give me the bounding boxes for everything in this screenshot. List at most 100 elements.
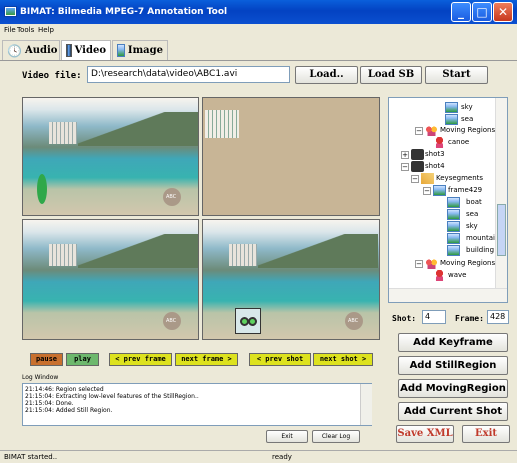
log-window-title: Log Window — [22, 374, 59, 381]
next-frame-button[interactable]: next frame > — [175, 353, 238, 366]
log-line: 21:14:46: Region selected — [25, 386, 104, 393]
moving-regions-icon — [425, 125, 438, 136]
mountain — [78, 234, 198, 268]
frame-input[interactable]: 428 — [487, 310, 509, 324]
annotation-tree[interactable]: sky sea − Moving Regions canoe + shot3 −… — [388, 97, 508, 303]
log-line: 21:15:04: Done. — [25, 400, 74, 407]
binocular-lens-right — [248, 317, 257, 326]
close-button[interactable]: ✕ — [493, 2, 513, 22]
region-selection[interactable] — [235, 308, 261, 334]
collapse-icon[interactable]: − — [415, 127, 423, 135]
video-icon — [66, 44, 72, 57]
overlay-logo: ABC — [345, 312, 363, 330]
tree-item[interactable]: shot4 — [425, 162, 445, 170]
keyframe-next[interactable]: ABC — [202, 219, 380, 340]
status-left: BIMAT started.. — [4, 453, 58, 461]
play-button[interactable]: play — [66, 353, 99, 366]
add-stillregion-button[interactable]: Add StillRegion — [398, 356, 508, 375]
frame-icon — [445, 102, 458, 113]
collapse-icon[interactable]: − — [423, 187, 431, 195]
frame-icon — [433, 185, 446, 196]
buildings — [229, 244, 257, 266]
frame-icon — [445, 114, 458, 125]
shot-icon — [411, 161, 424, 172]
buildings — [49, 122, 77, 144]
tree-item[interactable]: sea — [461, 115, 473, 123]
load-sb-button[interactable]: Load SB — [360, 66, 422, 84]
tree-item[interactable]: sky — [466, 222, 478, 230]
overlay-logo: ABC — [163, 188, 181, 206]
video-file-input[interactable]: D:\research\data\video\ABC1.avi — [87, 66, 290, 83]
menu-help[interactable]: Help — [38, 26, 54, 34]
scroll-thumb[interactable] — [497, 204, 506, 256]
log-exit-button[interactable]: Exit — [266, 430, 308, 443]
tree-item[interactable]: shot3 — [425, 150, 445, 158]
log-line: 21:15:04: Added Still Region. — [25, 407, 113, 414]
clear-log-button[interactable]: Clear Log — [312, 430, 360, 443]
add-movingregion-button[interactable]: Add MovingRegion — [398, 379, 508, 398]
surfboard — [37, 174, 47, 204]
tree-item[interactable]: sky — [461, 103, 473, 111]
selected-region-frame[interactable] — [202, 97, 380, 216]
minimize-button[interactable]: _ — [451, 2, 471, 22]
collapse-icon[interactable]: − — [401, 163, 409, 171]
buildings — [49, 244, 77, 266]
tree-item[interactable]: canoe — [448, 138, 469, 146]
collapse-icon[interactable]: − — [411, 175, 419, 183]
menu-file[interactable]: File — [4, 26, 16, 34]
frame-icon — [447, 209, 460, 220]
frame-icon — [447, 245, 460, 256]
frame-icon — [447, 221, 460, 232]
tree-item[interactable]: Keysegments — [436, 174, 483, 182]
keyframe-previous[interactable]: ABC — [22, 219, 199, 340]
region-icon — [433, 270, 446, 281]
start-button[interactable]: Start — [425, 66, 488, 84]
shot-icon — [411, 149, 424, 160]
exit-button[interactable]: Exit — [462, 425, 510, 443]
tree-item[interactable]: Moving Regions — [440, 126, 495, 134]
expand-icon[interactable]: + — [401, 151, 409, 159]
audio-icon: 🕓 — [7, 43, 22, 58]
app-icon — [4, 6, 17, 17]
maximize-button[interactable]: □ — [472, 2, 492, 22]
image-icon — [117, 44, 125, 57]
keysegments-icon — [421, 173, 434, 184]
tab-bar: 🕓 Audio Video Image — [0, 37, 517, 61]
tree-horizontal-scrollbar[interactable] — [389, 288, 507, 302]
frame-label: Frame: — [455, 314, 484, 323]
tree-item[interactable]: Moving Regions — [440, 259, 495, 267]
shot-input[interactable]: 4 — [422, 310, 446, 324]
status-bar: BIMAT started.. ready — [0, 450, 517, 463]
collapse-icon[interactable]: − — [415, 260, 423, 268]
load-button[interactable]: Load.. — [295, 66, 358, 84]
tree-item[interactable]: building — [466, 246, 494, 254]
tree-item[interactable]: frame429 — [448, 186, 482, 194]
tab-video[interactable]: Video — [61, 40, 111, 60]
log-line: 21:15:04: Extracting low-level features … — [25, 393, 199, 400]
video-file-label: Video file: — [22, 71, 82, 81]
next-shot-button[interactable]: next shot > — [313, 353, 373, 366]
shot-label: Shot: — [392, 314, 417, 323]
tree-vertical-scrollbar[interactable] — [495, 98, 507, 288]
moving-regions-icon — [425, 258, 438, 269]
pause-button[interactable]: pause — [30, 353, 63, 366]
log-scrollbar[interactable] — [360, 384, 372, 425]
region-icon — [433, 137, 446, 148]
prev-frame-button[interactable]: < prev frame — [109, 353, 172, 366]
current-frame[interactable]: ABC — [22, 97, 199, 216]
tree-item[interactable]: wave — [448, 271, 466, 279]
overlay-logo: ABC — [163, 312, 181, 330]
window-title: BIMAT: Bilmedia MPEG-7 Annotation Tool — [20, 7, 228, 17]
tree-item[interactable]: sea — [466, 210, 478, 218]
add-current-shot-button[interactable]: Add Current Shot — [398, 402, 508, 421]
add-keyframe-button[interactable]: Add Keyframe — [398, 333, 508, 352]
tree-item[interactable]: boat — [466, 198, 482, 206]
prev-shot-button[interactable]: < prev shot — [249, 353, 311, 366]
title-bar: BIMAT: Bilmedia MPEG-7 Annotation Tool _… — [0, 0, 517, 24]
log-window: 21:14:46: Region selected 21:15:04: Extr… — [22, 383, 372, 426]
menu-tools[interactable]: Tools — [17, 26, 34, 34]
frame-icon — [447, 233, 460, 244]
tab-image[interactable]: Image — [112, 40, 168, 60]
tab-audio[interactable]: 🕓 Audio — [2, 40, 60, 60]
save-xml-button[interactable]: Save XML — [396, 425, 454, 443]
